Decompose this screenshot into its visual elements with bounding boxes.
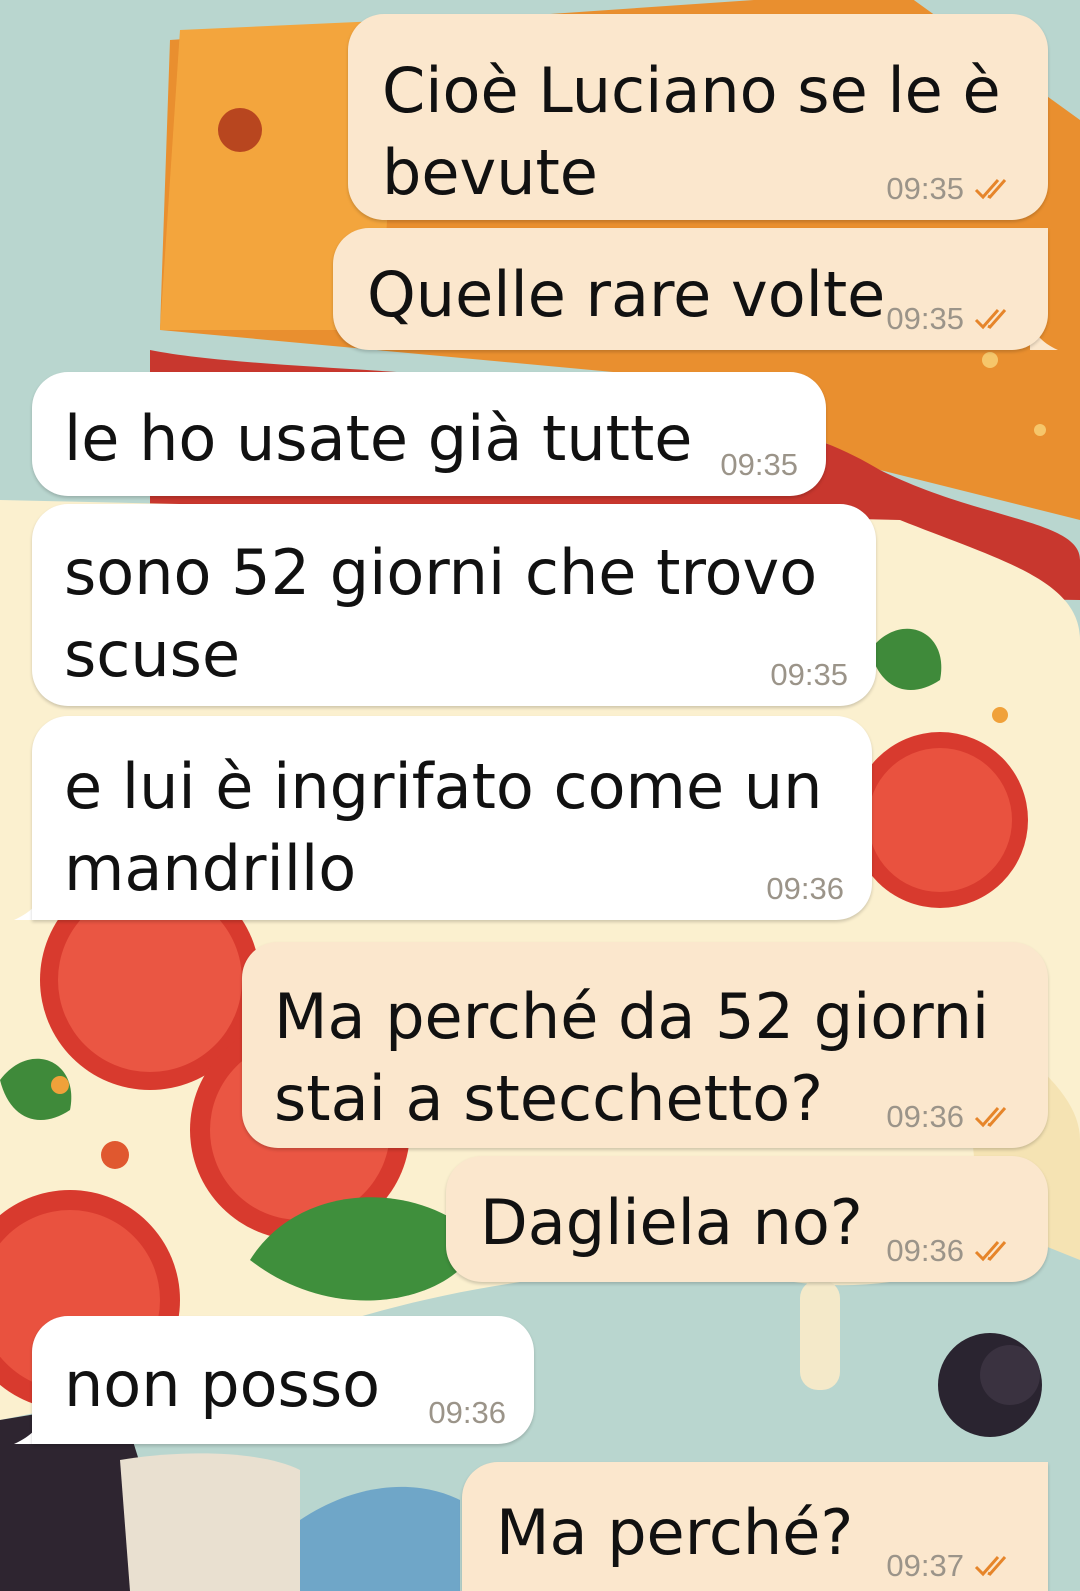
message-meta: 09:37 (886, 1549, 1020, 1583)
message-meta: 09:36 (428, 1396, 506, 1430)
message-meta: 09:35 (720, 448, 798, 482)
message-meta: 09:35 (886, 172, 1020, 206)
chat-message-incoming[interactable]: e lui è ingrifato come un mandrillo 09:3… (32, 716, 872, 920)
message-timestamp: 09:35 (886, 301, 964, 336)
chat-message-incoming[interactable]: non posso 09:36 (32, 1316, 534, 1444)
double-check-icon (974, 1241, 1007, 1262)
message-text: e lui è ingrifato come un mandrillo (64, 750, 823, 905)
message-timestamp: 09:37 (886, 1548, 964, 1583)
message-timestamp: 09:36 (886, 1233, 964, 1268)
double-check-icon (974, 1556, 1007, 1577)
message-timestamp: 09:36 (766, 871, 844, 906)
chat-message-outgoing[interactable]: Dagliela no? 09:36 (446, 1156, 1048, 1282)
message-timestamp: 09:35 (886, 171, 964, 206)
double-check-icon (974, 179, 1007, 200)
message-text: sono 52 giorni che trovo scuse (64, 536, 818, 691)
double-check-icon (974, 309, 1007, 330)
message-meta: 09:36 (886, 1234, 1020, 1268)
message-meta: 09:36 (766, 872, 844, 906)
message-meta: 09:35 (886, 302, 1020, 336)
chat-message-incoming[interactable]: le ho usate già tutte 09:35 (32, 372, 826, 496)
message-timestamp: 09:35 (770, 657, 848, 692)
message-timestamp: 09:36 (428, 1395, 506, 1430)
message-timestamp: 09:35 (720, 447, 798, 482)
message-timestamp: 09:36 (886, 1099, 964, 1134)
chat-message-outgoing[interactable]: Quelle rare volte 09:35 (333, 228, 1048, 350)
message-meta: 09:36 (886, 1100, 1020, 1134)
message-meta: 09:35 (770, 658, 848, 692)
chat-message-incoming[interactable]: sono 52 giorni che trovo scuse 09:35 (32, 504, 876, 706)
chat-message-outgoing[interactable]: Ma perché da 52 giorni stai a stecchetto… (242, 942, 1048, 1148)
chat-message-outgoing[interactable]: Ma perché? 09:37 (462, 1462, 1048, 1591)
chat-message-outgoing[interactable]: Cioè Luciano se le è bevute 09:35 (348, 14, 1048, 220)
double-check-icon (974, 1107, 1007, 1128)
message-text: le ho usate già tutte (64, 402, 693, 475)
